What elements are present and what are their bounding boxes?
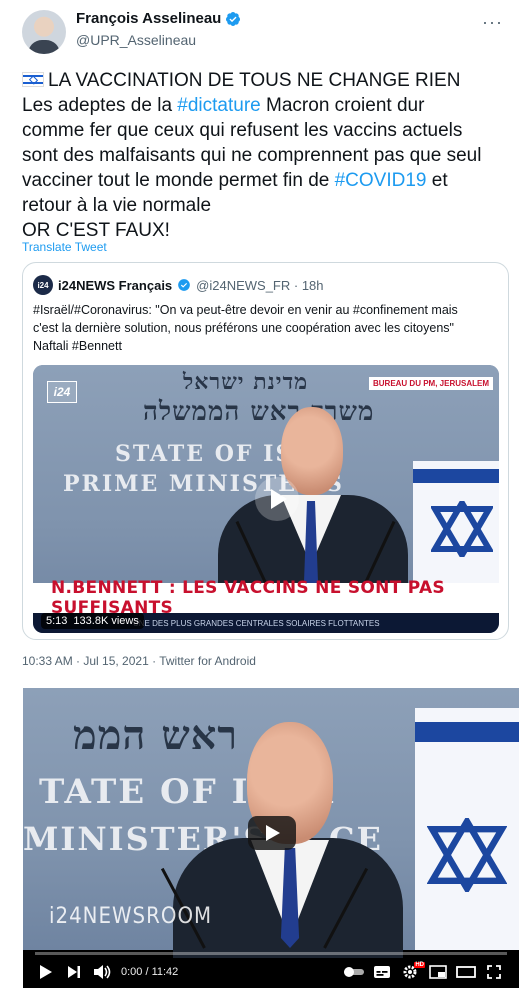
tweet-card: François Asselineau @UPR_Asselineau ··· …	[0, 0, 519, 688]
video-stats-badge: 5:13 133.8K views	[41, 613, 144, 629]
israeli-flag	[413, 461, 499, 586]
tweet-line: LA VACCINATION DE TOUS NE CHANGE RIEN	[22, 68, 507, 93]
autoplay-toggle-icon[interactable]	[341, 961, 367, 983]
quoted-video-thumbnail[interactable]: מדינת ישראל משרד ראש הממשלה STATE OF ISR…	[33, 365, 499, 633]
quoted-author-name[interactable]: i24NEWS Français	[58, 278, 172, 293]
channel-logo: i24	[47, 381, 77, 403]
hd-badge: HD	[414, 962, 425, 968]
more-options-icon[interactable]: ···	[482, 12, 503, 33]
quoted-author-meta: @i24NEWS_FR · 18h	[196, 277, 324, 293]
fullscreen-icon[interactable]	[481, 961, 507, 983]
hashtag-link[interactable]: #COVID19	[335, 170, 427, 191]
tweet-line: sont des malfaisants qui ne comprennent …	[22, 145, 482, 166]
tweet-timestamp[interactable]: 10:33 AM · Jul 15, 2021 · Twitter for An…	[22, 654, 256, 668]
author-avatar[interactable]	[22, 10, 66, 54]
video-views: 133.8K views	[73, 615, 139, 627]
wall-hebrew-text: מדינת ישראל	[183, 369, 309, 395]
subtitles-icon[interactable]	[369, 961, 395, 983]
quoted-tweet-text: #Israël/#Coronavirus: "On va peut-être d…	[33, 303, 458, 353]
wall-hebrew-text: משרד ראש הממשלה	[143, 397, 375, 427]
tweet-line: retour à la vie normale	[22, 195, 212, 216]
hashtag-link[interactable]: #dictature	[177, 95, 260, 116]
quoted-tweet[interactable]: i24 i24NEWS Français @i24NEWS_FR · 18h #…	[22, 262, 509, 640]
settings-gear-icon[interactable]: HD	[397, 961, 425, 983]
news-headline-banner: N.BENNETT : LES VACCINS NE SONT PAS SUFF…	[33, 578, 499, 618]
volume-icon[interactable]	[89, 961, 115, 983]
player-controls: 0:00 / 11:42 HD	[23, 956, 519, 988]
author-name-row: François Asselineau	[76, 10, 241, 27]
tweet-line: comme fer que ceux qui refusent les vacc…	[22, 120, 463, 141]
miniplayer-icon[interactable]	[425, 961, 451, 983]
author-handle[interactable]: @UPR_Asselineau	[76, 32, 196, 48]
israeli-flag	[415, 708, 519, 950]
wall-hebrew-text: ראש הממ	[73, 712, 239, 759]
progress-bar[interactable]	[35, 952, 507, 955]
play-icon[interactable]	[255, 477, 299, 521]
play-button[interactable]	[248, 816, 296, 850]
location-tag: BUREAU DU PM, JERUSALEM	[368, 377, 493, 390]
author-name[interactable]: François Asselineau	[76, 10, 221, 27]
video-duration: 5:13	[46, 615, 68, 627]
video-frame[interactable]: ראש הממ TATE OF ISRA MINISTER'S CE i24NE…	[23, 688, 519, 958]
tweet-line: vacciner tout le monde permet fin de #CO…	[22, 170, 448, 191]
video-player[interactable]: ראש הממ TATE OF ISRA MINISTER'S CE i24NE…	[23, 688, 519, 988]
theater-mode-icon[interactable]	[453, 961, 479, 983]
verified-badge-icon	[178, 279, 190, 291]
translate-tweet-link[interactable]: Translate Tweet	[22, 240, 107, 254]
verified-badge-icon	[226, 11, 241, 26]
channel-watermark: i24NEWSROOM	[49, 904, 213, 929]
quoted-author-avatar[interactable]: i24	[33, 275, 53, 295]
israel-flag-icon	[22, 72, 44, 87]
quoted-tweet-header: i24 i24NEWS Français @i24NEWS_FR · 18h	[33, 275, 324, 295]
play-control-icon[interactable]	[33, 961, 59, 983]
next-icon[interactable]	[61, 961, 87, 983]
tweet-line: Les adeptes de la #dictature Macron croi…	[22, 95, 425, 116]
time-display: 0:00 / 11:42	[121, 966, 179, 978]
tweet-text: LA VACCINATION DE TOUS NE CHANGE RIEN Le…	[22, 68, 507, 243]
